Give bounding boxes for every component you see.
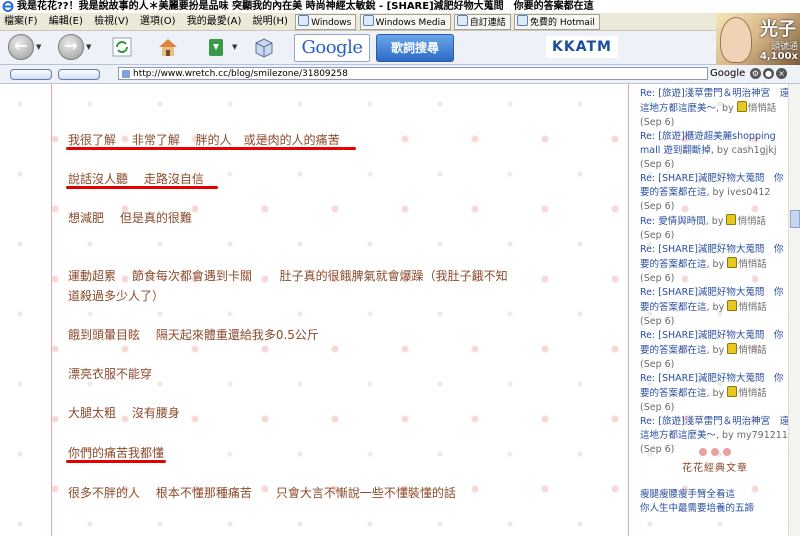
link-icon (456, 15, 468, 26)
recycle-dropdown-icon[interactable]: ▼ (232, 43, 237, 51)
link-hotmail[interactable]: 免費的 Hotmail (513, 14, 600, 30)
lock-icon (727, 386, 738, 397)
link-custom[interactable]: 自訂連結 (453, 14, 511, 30)
article-link[interactable]: 瘦腿瘦腰瘦手臂全看這 (640, 488, 790, 502)
address-bar[interactable]: http://www.wretch.cc/blog/smilezone/3180… (118, 67, 708, 80)
post-line: 說話沒人聽 走路沒自信 (68, 172, 204, 186)
section-title: 花花經典文章 (682, 463, 748, 474)
vertical-scrollbar[interactable] (788, 84, 800, 536)
link-icon (298, 15, 310, 26)
google-toolbar-button[interactable]: Google (294, 34, 370, 62)
post-line: 想減肥 但是真的很難 (68, 211, 192, 225)
ie-icon (2, 1, 14, 12)
lock-icon (726, 214, 737, 225)
forward-dropdown-icon[interactable]: ▼ (86, 43, 91, 51)
page-content: 我很了解 非常了解 胖的人 或是肉的人的痛苦 說話沒人聽 走路沒自信 想減肥 但… (0, 84, 800, 536)
arrow-right-icon: → (64, 36, 78, 55)
red-underline (66, 460, 166, 463)
post-line: 運動超累 節食每次都會遇到卡關 肚子真的很餓脾氣就會爆躁（我肚子餓不知道殺過多少… (68, 269, 508, 303)
address-row: http://www.wretch.cc/blog/smilezone/3180… (0, 65, 800, 84)
lock-icon (727, 300, 738, 311)
link-windows-media[interactable]: Windows Media (359, 14, 451, 30)
classic-articles-header: 花花經典文章 (640, 446, 790, 474)
link-windows[interactable]: Windows (295, 14, 357, 30)
gear-icon[interactable]: ⚙ (750, 68, 761, 79)
red-underline (66, 147, 356, 150)
comment-item[interactable]: Re: [SHARE]減肥好物大蒐問 你要的答案都在這, by 悄悄話 (Sep… (640, 286, 790, 329)
comment-item[interactable]: Re: [旅遊]櫃遊超美麗shopping mall 遊到翻斷掉, by cas… (640, 130, 790, 172)
back-button[interactable]: ← (8, 34, 34, 60)
comment-item[interactable]: Re: [SHARE]減肥好物大蒐問 你要的答案都在這, by 悄悄話 (Sep… (640, 329, 790, 372)
recycle-icon[interactable] (204, 35, 228, 59)
address-url: http://www.wretch.cc/blog/smilezone/3180… (133, 69, 348, 79)
left-border (51, 84, 52, 536)
web-pill-button[interactable] (10, 69, 52, 80)
menu-favorites[interactable]: 我的最愛(A) (183, 13, 246, 30)
window-title-bar: 我是花花??！我是說故事的人＊美麗要扮是品味 突顯我的內在美 時尚神經太敏銳 -… (0, 0, 800, 13)
classic-articles-list: 瘦腿瘦腰瘦手臂全看這 你人生中最需要培養的五諦 (640, 488, 790, 516)
banner-ad[interactable]: 光子 頭號通 4,100x (716, 13, 800, 67)
lock-icon (736, 101, 747, 112)
portrait-image (720, 17, 752, 63)
comment-item[interactable]: Re: [SHARE]減肥好物大蒐問 你要的答案都在這, by 悄悄話 (Sep… (640, 243, 790, 286)
forward-button[interactable]: → (58, 34, 84, 60)
toolbar: ← ▼ → ▼ ▼ Google 歌詞搜尋 KKATM (0, 31, 800, 65)
post-line: 我很了解 非常了解 胖的人 或是肉的人的痛苦 (68, 133, 340, 147)
post-line: 漂亮衣服不能穿 (68, 367, 153, 381)
comment-item[interactable]: Re: [SHARE]減肥好物大蒐問 你要的答案都在這, by ives0412… (640, 172, 790, 214)
menu-edit[interactable]: 編輯(E) (45, 13, 87, 30)
comment-item[interactable]: Re: [SHARE]減肥好物大蒐問 你要的答案都在這, by 悄悄話 (Sep… (640, 372, 790, 415)
menu-help[interactable]: 說明(H) (249, 13, 292, 30)
menu-options[interactable]: 選項(O) (136, 13, 180, 30)
menu-bar: 檔案(F) 編輯(E) 檢視(V) 選項(O) 我的最愛(A) 說明(H) Wi… (0, 13, 800, 31)
post-line: 大腿太粗 沒有腰身 (68, 406, 180, 420)
column-divider (628, 84, 629, 536)
red-underline (66, 186, 218, 189)
google-search-label[interactable]: Google (710, 67, 745, 81)
article-link[interactable]: 你人生中最需要培養的五諦 (640, 502, 790, 516)
scrollbar-thumb[interactable] (790, 210, 800, 228)
link-icon (362, 15, 374, 26)
flower-icon (723, 448, 731, 456)
package-icon[interactable] (252, 35, 276, 59)
recent-comments: Re: [旅遊]淺草雷門＆明治神宮 遠這地方都這麼美～, by 悄悄話 (Sep… (640, 84, 790, 457)
back-dropdown-icon[interactable]: ▼ (36, 43, 41, 51)
banner-price: 4,100x (759, 51, 798, 62)
flower-icon (699, 448, 707, 456)
home-icon[interactable] (156, 35, 180, 59)
refresh-icon[interactable] (110, 35, 134, 59)
lock-icon (727, 343, 738, 354)
menu-file[interactable]: 檔案(F) (0, 13, 42, 30)
lyrics-search-button[interactable]: 歌詞搜尋 (376, 34, 454, 62)
links-pill-button[interactable] (58, 69, 100, 80)
post-line: 你們的痛苦我都懂 (68, 446, 165, 460)
post-line: 很多不胖的人 根本不懂那種痛苦 只會大言不慚說一些不懂裝懂的話 (68, 486, 456, 500)
flower-icon (711, 448, 719, 456)
lock-icon (727, 257, 738, 268)
menu-view[interactable]: 檢視(V) (90, 13, 133, 30)
window-title: 我是花花??！我是說故事的人＊美麗要扮是品味 突顯我的內在美 時尚神經太敏銳 -… (17, 1, 594, 12)
comment-item[interactable]: Re: [旅遊]淺草雷門＆明治神宮 遠這地方都這麼美～, by 悄悄話 (Sep… (640, 87, 790, 130)
post-line: 餓到頭暈目眩 隔天起來體重還給我多0.5公斤 (68, 328, 319, 342)
banner-title: 光子 (760, 19, 796, 40)
page-icon (122, 70, 130, 78)
record-icon[interactable]: ● (763, 68, 774, 79)
arrow-left-icon: ← (14, 36, 28, 55)
kkatm-button[interactable]: KKATM (546, 36, 618, 58)
comment-item[interactable]: Re: 愛情與時間, by 悄悄話 (Sep 6) (640, 214, 790, 243)
close-icon[interactable]: × (776, 68, 787, 79)
link-icon (516, 15, 528, 26)
